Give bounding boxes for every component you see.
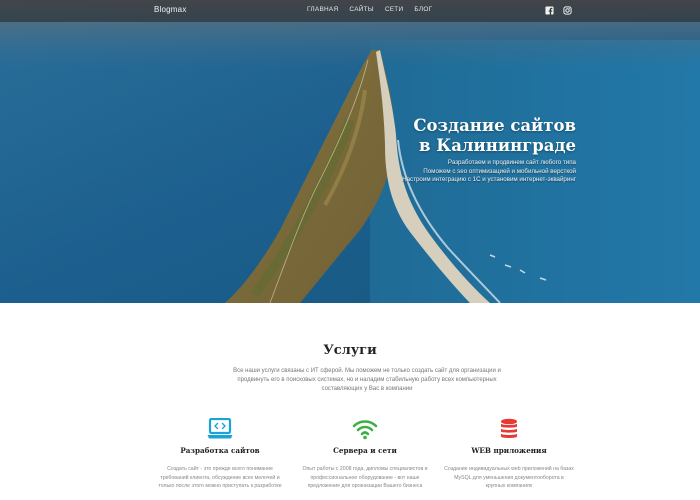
service-card-description: Создать сайт - это прежде всего понимани… xyxy=(155,465,285,491)
service-card-text-line: только после этого можно приступать к ра… xyxy=(158,483,282,489)
service-card-web-apps: WEB приложения Создание индивидуальных w… xyxy=(444,418,574,491)
nav-item-blog[interactable]: БЛОГ xyxy=(414,6,432,13)
services-title: Услуги xyxy=(323,343,377,358)
services-cards: Разработка сайтов Создать сайт - это пре… xyxy=(0,418,700,500)
top-navbar: Blogmax ГЛАВНАЯ САЙТЫ СЕТИ БЛОГ xyxy=(0,0,700,22)
services-intro-line: составляющих у Вас в компании xyxy=(321,386,413,392)
service-card-web-dev: Разработка сайтов Создать сайт - это пре… xyxy=(155,418,285,491)
facebook-icon[interactable] xyxy=(545,6,554,15)
service-card-servers: Сервера и сети Опыт работы с 2008 года, … xyxy=(300,418,430,491)
service-card-text-line: MySQL для уменьшения документооборота в xyxy=(454,474,564,481)
hero-subtitle-line: Настроим интеграцию с 1С и установим инт… xyxy=(402,176,576,183)
hero-title: Создание сайтов в Калининграде xyxy=(402,116,576,156)
wifi-icon xyxy=(352,420,378,440)
laptop-code-icon xyxy=(207,418,233,439)
hero-subtitle: Разработаем и продвинем сайт любого типа… xyxy=(402,159,576,185)
service-card-title: Разработка сайтов xyxy=(180,446,260,455)
service-card-title: Сервера и сети xyxy=(333,446,397,455)
service-card-text-line: предложение для организации Вашего бизне… xyxy=(307,483,423,489)
hero-subtitle-line: Поможем с seo оптимизацией и мобильной в… xyxy=(423,167,576,175)
service-card-text-line: Опыт работы с 2008 года, дипломы специал… xyxy=(302,466,428,472)
hero-text-block: Создание сайтов в Калининграде Разработа… xyxy=(402,116,576,185)
hero-background-image xyxy=(0,0,700,303)
brand-logo[interactable]: Blogmax xyxy=(154,5,187,14)
hero-title-line: Создание сайтов xyxy=(413,116,576,135)
nav-item-home[interactable]: ГЛАВНАЯ xyxy=(307,6,338,13)
service-card-text-line: профессиональное оборудование - вот наше xyxy=(310,474,420,481)
services-intro: Все наши услуги связаны с ИТ сферой. Мы … xyxy=(222,367,512,394)
hero-subtitle-line: Разработаем и продвинем сайт любого типа xyxy=(447,159,576,166)
hero-banner: Blogmax ГЛАВНАЯ САЙТЫ СЕТИ БЛОГ Создание… xyxy=(0,0,700,303)
service-card-title: WEB приложения xyxy=(471,446,547,455)
nav-item-networks[interactable]: СЕТИ xyxy=(385,6,404,13)
nav-item-sites[interactable]: САЙТЫ xyxy=(349,6,373,13)
instagram-icon[interactable] xyxy=(563,6,572,15)
services-intro-line: Все наши услуги связаны с ИТ сферой. Мы … xyxy=(233,368,501,374)
service-card-text-line: Создание индивидуальных web приложений н… xyxy=(444,466,574,472)
hero-title-line: в Калининграде xyxy=(418,136,576,155)
database-icon xyxy=(501,418,517,438)
services-intro-line: продвинуть его в поисковых системах, но … xyxy=(237,377,497,383)
service-card-text-line: крупных компаниях xyxy=(485,483,533,489)
service-card-description: Создание индивидуальных web приложений н… xyxy=(444,465,574,491)
service-card-text-line: Создать сайт - это прежде всего понимани… xyxy=(167,466,273,472)
service-card-text-line: требований клиента, обсуждение всех мело… xyxy=(160,474,280,481)
main-nav: ГЛАВНАЯ САЙТЫ СЕТИ БЛОГ xyxy=(307,6,432,13)
service-card-description: Опыт работы с 2008 года, дипломы специал… xyxy=(300,465,430,491)
